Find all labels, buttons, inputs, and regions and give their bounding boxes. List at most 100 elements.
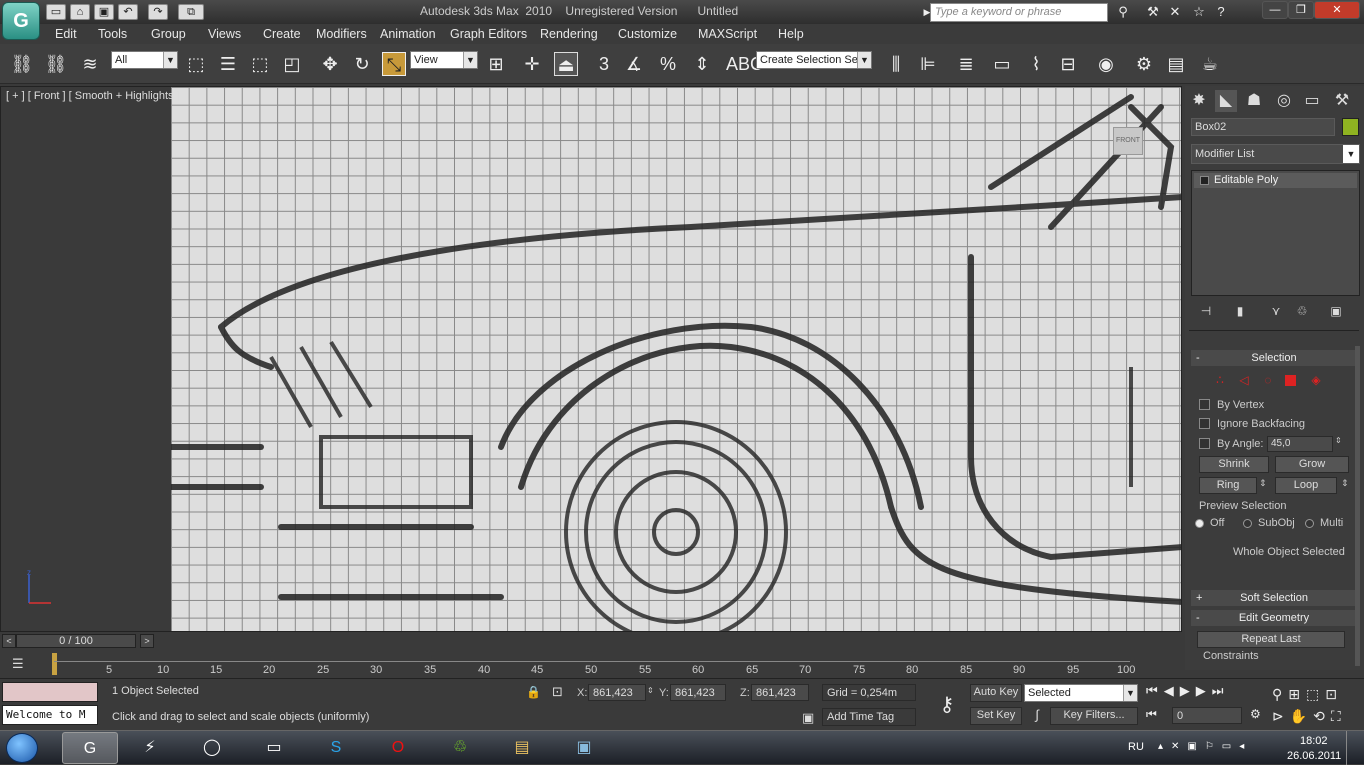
key-mode-toggle-icon[interactable]: ⏮ xyxy=(1146,707,1164,725)
search-input[interactable]: Type a keyword or phrase xyxy=(930,3,1108,22)
x-coordinate-field[interactable]: 861,423 xyxy=(588,684,646,701)
show-end-result-icon[interactable]: ▮ xyxy=(1231,304,1249,320)
viewport-label[interactable]: [ + ] [ Front ] [ Smooth + Highlights ] xyxy=(6,90,180,102)
open-file-icon[interactable]: ⌂ xyxy=(70,4,90,20)
3dsmax-taskbar-icon[interactable]: G xyxy=(62,732,118,764)
select-move-icon[interactable]: ✥ xyxy=(318,52,342,76)
skype-taskbar-icon[interactable]: S xyxy=(308,732,364,764)
new-file-icon[interactable]: ▭ xyxy=(46,4,66,20)
time-slider-thumb[interactable]: 0 / 100 xyxy=(16,634,136,648)
recycle-taskbar-icon[interactable]: ♲ xyxy=(432,732,488,764)
keyboard-shortcut-override-icon[interactable]: ⏏ xyxy=(554,52,578,76)
by-vertex-checkbox[interactable] xyxy=(1199,399,1210,410)
spinner-icon[interactable]: ⇕ xyxy=(1335,436,1342,445)
menu-customize[interactable]: Customize xyxy=(618,27,677,41)
angle-value-field[interactable]: 45,0 xyxy=(1267,436,1333,452)
rendered-frame-window-icon[interactable]: ▤ xyxy=(1164,52,1188,76)
object-color-swatch[interactable] xyxy=(1342,118,1359,136)
time-configuration-icon[interactable]: ⚙ xyxy=(1250,707,1268,725)
app-logo-icon[interactable]: G xyxy=(2,2,40,40)
hierarchy-tab-icon[interactable]: ☗ xyxy=(1243,90,1265,112)
schematic-view-icon[interactable]: ⊟ xyxy=(1056,52,1080,76)
communication-icon[interactable]: ✕ xyxy=(1166,4,1184,20)
preview-subobj-radio[interactable] xyxy=(1243,519,1252,528)
opera-red-taskbar-icon[interactable]: O xyxy=(370,732,426,764)
menu-views[interactable]: Views xyxy=(208,27,241,41)
unlink-icon[interactable]: ⛓ xyxy=(44,52,68,76)
auto-key-button[interactable]: Auto Key xyxy=(970,684,1022,702)
rectangular-selection-icon[interactable]: ⬚ xyxy=(248,52,272,76)
select-manipulate-icon[interactable]: ✛ xyxy=(520,52,544,76)
set-key-button[interactable]: Set Key xyxy=(970,707,1022,725)
element-mode-icon[interactable]: ◈ xyxy=(1309,373,1323,387)
project-folder-icon[interactable]: ⧉ xyxy=(178,4,204,20)
select-scale-icon[interactable]: ⤡ xyxy=(382,52,406,76)
menu-animation[interactable]: Animation xyxy=(380,27,436,41)
close-button[interactable]: ✕ xyxy=(1314,1,1360,19)
picture-viewer-taskbar-icon[interactable]: ▣ xyxy=(556,732,612,764)
selection-filter-dropdown[interactable]: All ▼ xyxy=(111,51,178,69)
vertex-mode-icon[interactable]: ∴ xyxy=(1213,373,1227,387)
menu-rendering[interactable]: Rendering xyxy=(540,27,598,41)
trackbar[interactable]: ☰ 5 10 15 20 25 30 35 40 45 50 55 60 65 … xyxy=(0,650,1182,678)
menu-help[interactable]: Help xyxy=(778,27,804,41)
reference-coord-dropdown[interactable]: View ▼ xyxy=(410,51,478,69)
make-unique-icon[interactable]: ⋎ xyxy=(1267,304,1285,320)
laptop-taskbar-icon[interactable]: ▭ xyxy=(246,732,302,764)
menu-graph-editors[interactable]: Graph Editors xyxy=(450,27,527,41)
mirror-icon[interactable]: ⫼ xyxy=(884,52,908,76)
remove-modifier-icon[interactable]: ♲ xyxy=(1293,304,1311,320)
configure-modifier-sets-icon[interactable]: ▣ xyxy=(1327,304,1345,320)
link-icon[interactable]: ⛓ xyxy=(10,52,34,76)
current-frame-marker[interactable] xyxy=(52,653,57,675)
opera-taskbar-icon[interactable]: ◯ xyxy=(184,732,240,764)
current-frame-field[interactable]: 0 xyxy=(1172,707,1242,724)
menu-modifiers[interactable]: Modifiers xyxy=(316,27,367,41)
menu-maxscript[interactable]: MAXScript xyxy=(698,27,757,41)
x-spinner-icon[interactable]: ⇕ xyxy=(647,686,654,695)
display-tab-icon[interactable]: ▭ xyxy=(1301,90,1323,112)
render-production-icon[interactable]: ☕ xyxy=(1198,52,1222,76)
grow-button[interactable]: Grow xyxy=(1275,456,1349,473)
menu-edit[interactable]: Edit xyxy=(55,27,77,41)
maxscript-mini-listener[interactable]: Welcome to M xyxy=(2,705,98,725)
set-key-mode-icon[interactable]: ⚷ xyxy=(928,687,966,723)
edit-geometry-rollout-header[interactable]: - Edit Geometry xyxy=(1191,610,1357,626)
curve-editor-mini-icon[interactable]: ☰ xyxy=(12,656,32,672)
viewport-grid[interactable] xyxy=(171,87,1181,631)
named-selection-dropdown[interactable]: Create Selection Se ▼ xyxy=(756,51,872,69)
show-desktop-button[interactable] xyxy=(1346,731,1364,765)
tray-icons[interactable]: ▴✕▣⚐▭◂ xyxy=(1158,741,1252,752)
lock-selection-icon[interactable]: 🔒 xyxy=(526,685,541,699)
preview-multi-radio[interactable] xyxy=(1305,519,1314,528)
loop-spinner-icon[interactable]: ⇕ xyxy=(1341,478,1349,489)
snaps-toggle-icon[interactable]: 3 xyxy=(592,52,616,76)
create-tab-icon[interactable]: ✸ xyxy=(1188,90,1210,112)
binoculars-icon[interactable]: ⚲ xyxy=(1114,4,1132,20)
maxscript-mini-listener-top[interactable] xyxy=(2,682,98,702)
pin-stack-icon[interactable]: ⊣ xyxy=(1197,304,1215,320)
utilities-tab-icon[interactable]: ⚒ xyxy=(1331,90,1353,112)
ignore-backfacing-checkbox[interactable] xyxy=(1199,418,1210,429)
previous-frame-icon[interactable]: < xyxy=(2,634,16,648)
favorites-star-icon[interactable]: ☆ xyxy=(1190,4,1208,20)
front-viewport[interactable]: [ + ] [ Front ] [ Smooth + Highlights ] … xyxy=(0,86,1182,632)
y-coordinate-field[interactable]: 861,423 xyxy=(670,684,726,701)
clock-time[interactable]: 18:02 xyxy=(1300,735,1328,747)
edge-mode-icon[interactable]: ◁ xyxy=(1237,373,1251,387)
start-button-icon[interactable] xyxy=(6,733,38,763)
viewcube[interactable]: FRONT xyxy=(1113,127,1143,155)
repeat-last-button[interactable]: Repeat Last xyxy=(1197,631,1345,648)
pivot-center-icon[interactable]: ⊞ xyxy=(484,52,508,76)
next-frame-icon[interactable]: > xyxy=(140,634,154,648)
app-taskbar-icon[interactable]: ⚡ xyxy=(122,732,178,764)
menu-group[interactable]: Group xyxy=(151,27,186,41)
angle-snap-icon[interactable]: ∡ xyxy=(622,52,646,76)
polygon-mode-icon[interactable] xyxy=(1285,375,1296,386)
expand-icon[interactable] xyxy=(1200,176,1209,185)
preview-off-radio[interactable] xyxy=(1195,519,1204,528)
ring-spinner-icon[interactable]: ⇕ xyxy=(1259,478,1267,489)
motion-tab-icon[interactable]: ◎ xyxy=(1273,90,1295,112)
stack-item-editable-poly[interactable]: Editable Poly xyxy=(1194,173,1357,188)
align-icon[interactable]: ⊫ xyxy=(916,52,940,76)
